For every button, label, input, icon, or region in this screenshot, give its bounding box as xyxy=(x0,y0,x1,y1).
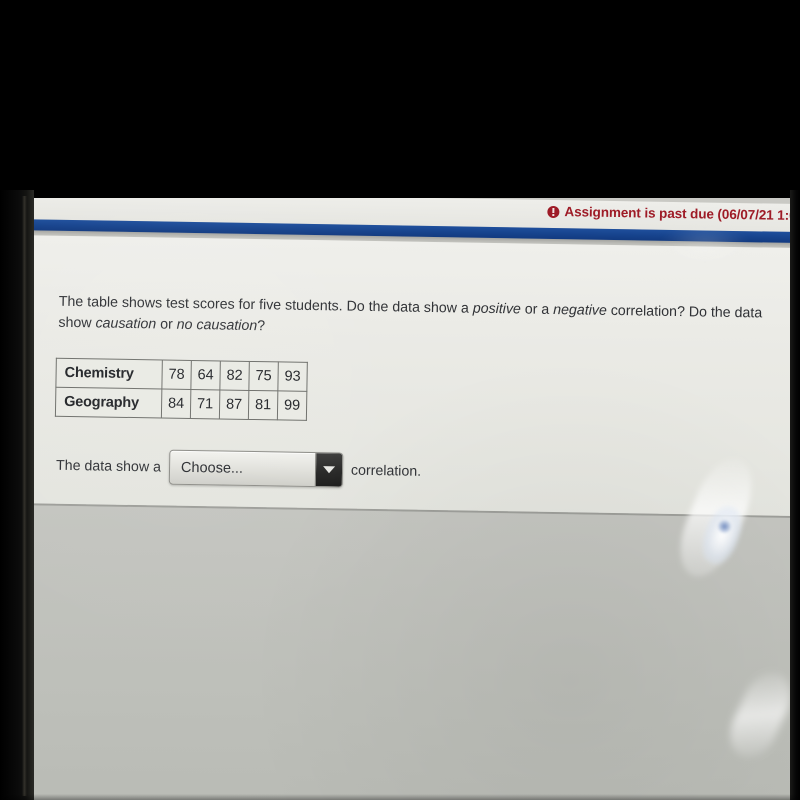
question-emphasis-no-causation: no causation xyxy=(176,316,258,335)
past-due-banner: Assignment is past due (06/07/21 1:00pm) xyxy=(547,204,800,224)
bezel-bottom-shade xyxy=(0,794,800,800)
question-part-2: or a xyxy=(520,301,554,318)
bezel-right xyxy=(790,190,800,800)
table-row-label: Chemistry xyxy=(55,358,163,389)
question-emphasis-positive: positive xyxy=(472,300,521,318)
page-lower-area xyxy=(33,504,800,800)
question-part-4: or xyxy=(156,316,177,333)
screenshot-root: Assignment is past due (06/07/21 1:00pm)… xyxy=(0,0,800,800)
table-row-label: Geography xyxy=(55,387,162,418)
table-cell: 84 xyxy=(161,388,191,419)
table-cell: 78 xyxy=(161,360,192,390)
screen-surface: Assignment is past due (06/07/21 1:00pm)… xyxy=(33,197,800,800)
bezel-top xyxy=(0,0,800,198)
alert-circle-icon xyxy=(547,205,560,218)
past-due-text: Assignment is past due (06/07/21 1:00pm) xyxy=(564,204,800,224)
answer-row-1-lead-text: The data show a xyxy=(55,457,162,475)
table-cell: 87 xyxy=(219,389,249,420)
chevron-down-icon[interactable] xyxy=(314,453,343,487)
table-row: Chemistry 78 64 82 75 93 xyxy=(55,358,308,392)
table-cell: 82 xyxy=(219,360,250,391)
answer-row-1-trail-text: correlation. xyxy=(350,462,422,480)
bezel-left-highlight xyxy=(22,196,27,796)
table-cell: 71 xyxy=(190,389,220,419)
correlation-dropdown[interactable]: Choose... xyxy=(168,449,344,488)
correlation-dropdown-value: Choose... xyxy=(180,459,244,477)
table-cell: 75 xyxy=(248,361,279,391)
question-emphasis-causation: causation xyxy=(95,315,157,333)
score-table: Chemistry 78 64 82 75 93 Geography 84 71… xyxy=(54,357,308,421)
question-part-1: The table shows test scores for five stu… xyxy=(58,293,473,317)
table-cell: 93 xyxy=(277,361,308,392)
screen-tilt-wrapper: Assignment is past due (06/07/21 1:00pm)… xyxy=(33,197,800,800)
question-text: The table shows test scores for five stu… xyxy=(58,292,785,346)
table-cell: 64 xyxy=(190,360,221,390)
answer-row-correlation: The data show a Choose... correlation. xyxy=(56,448,422,489)
table-cell: 99 xyxy=(277,390,307,421)
bezel-left xyxy=(0,190,34,800)
question-card: The table shows test scores for five stu… xyxy=(33,234,800,548)
table-row: Geography 84 71 87 81 99 xyxy=(55,387,307,421)
question-part-5: ? xyxy=(257,318,266,335)
question-emphasis-negative: negative xyxy=(553,301,607,319)
table-cell: 81 xyxy=(248,390,278,420)
